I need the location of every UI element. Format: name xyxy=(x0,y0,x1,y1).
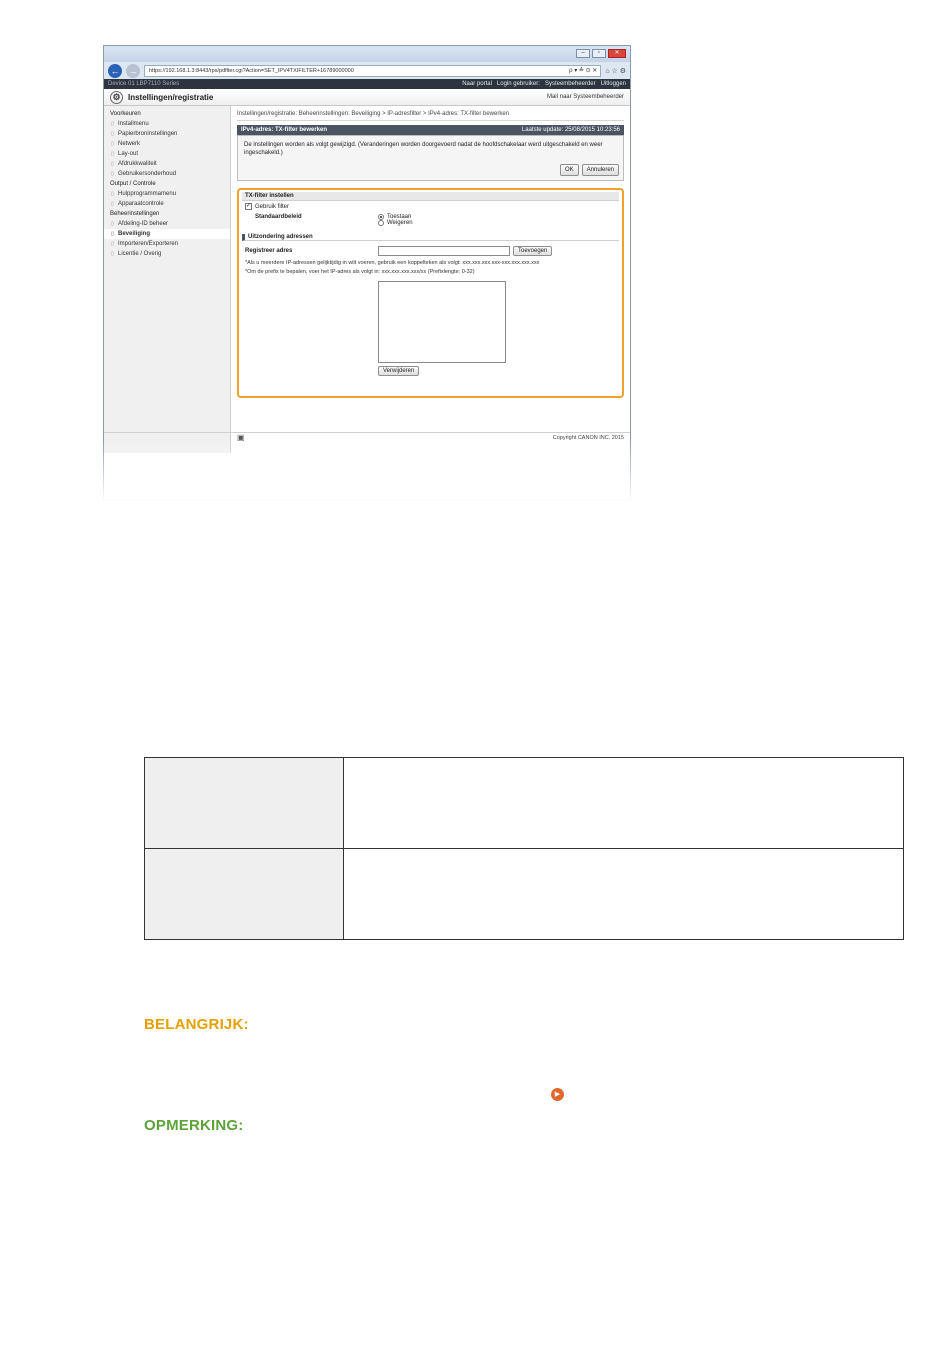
deny-label: Weigeren xyxy=(387,220,413,226)
back-arrow-icon[interactable]: ← xyxy=(108,63,122,78)
system-manager-label: Systeembeheerder xyxy=(544,81,596,87)
address-tools-icon[interactable]: ρ ▾ ≙ ⊙ ✕ xyxy=(569,66,600,76)
close-button[interactable]: ✕ xyxy=(608,49,626,58)
section-header: IPv4-adres: TX-filter bewerken Laatste u… xyxy=(237,125,624,135)
sidebar: Voorkeuren Installmenu Papierbroninstell… xyxy=(104,106,231,431)
url-text: https://192.168.1.3:8443/rps/pdflter.cgi… xyxy=(149,67,354,74)
sidebar-item-paper-source[interactable]: Papierbroninstellingen xyxy=(104,129,230,139)
message-box: De instellingen worden als volgt gewijzi… xyxy=(237,135,624,181)
sidebar-item-network[interactable]: Netwerk xyxy=(104,139,230,149)
note-heading: OPMERKING: xyxy=(144,1117,244,1134)
mail-admin-link[interactable]: Mail naar Systeembeheerder xyxy=(547,94,624,100)
tx-filter-section-title: TX-filter instellen xyxy=(242,192,619,201)
use-filter-label: Gebruik filter xyxy=(255,203,290,210)
highlighted-settings-frame: TX-filter instellen ✓ Gebruik filter Sta… xyxy=(237,188,624,398)
sidebar-item-department-id[interactable]: Afdeling-ID beheer xyxy=(104,219,230,229)
table-cell-label xyxy=(144,848,344,940)
sidebar-item-utility-menu[interactable]: Hulpprogrammamenu xyxy=(104,189,230,199)
window-titlebar: – ▫ ✕ xyxy=(104,46,630,62)
prefix-note: *Om de prefix te bepalen, voer het IP-ad… xyxy=(245,269,475,275)
remote-ui-topbar: Device 01 LBP7110 Series Naar portal Log… xyxy=(104,79,630,89)
gear-icon: ⚙ xyxy=(110,90,123,104)
screenshot-fade xyxy=(103,440,633,502)
sidebar-item-print-quality[interactable]: Afdrukkwaliteit xyxy=(104,159,230,169)
settings-table xyxy=(144,757,904,940)
forward-arrow-icon[interactable]: → xyxy=(126,63,140,78)
link-arrow-icon[interactable]: ▶ xyxy=(551,1088,564,1101)
device-name: Device 01 LBP7110 Series xyxy=(108,81,180,87)
default-policy-label: Standaardbeleid xyxy=(255,214,302,220)
sidebar-item-device-control[interactable]: Apparaatcontrole xyxy=(104,199,230,209)
table-cell-description xyxy=(343,757,904,849)
cancel-button[interactable]: Annuleren xyxy=(581,164,619,176)
maximize-button[interactable]: ▫ xyxy=(592,49,606,58)
sidebar-item-layout[interactable]: Lay-out xyxy=(104,149,230,159)
table-cell-label xyxy=(144,757,344,849)
browser-toolbar-icons[interactable]: ⌂ ☆ ⚙ xyxy=(605,67,626,75)
register-address-label: Registreer adres xyxy=(245,248,293,254)
range-note: *Als u meerdere IP-adressen gelijktijdig… xyxy=(245,260,540,266)
sidebar-group-preferences: Voorkeuren xyxy=(110,111,141,117)
table-cell-description xyxy=(343,848,904,940)
table-row xyxy=(144,848,904,940)
main-content: Instellingen/registratie: Beheerinstelli… xyxy=(231,106,630,431)
add-button[interactable]: Toevoegen xyxy=(513,246,553,256)
exception-address-list[interactable] xyxy=(378,281,506,363)
sidebar-item-import-export[interactable]: Importeren/Exporteren xyxy=(104,239,230,249)
important-heading: BELANGRIJK: xyxy=(144,1016,249,1033)
minimize-button[interactable]: – xyxy=(576,49,590,58)
browser-screenshot: – ▫ ✕ ← → https://192.168.1.3:8443/rps/p… xyxy=(103,45,631,500)
ok-button[interactable]: OK xyxy=(559,164,579,176)
to-portal-link[interactable]: Naar portal xyxy=(462,81,492,87)
address-bar[interactable]: https://192.168.1.3:8443/rps/pdflter.cgi… xyxy=(144,64,602,77)
remove-button[interactable]: Verwijderen xyxy=(378,366,420,376)
register-address-input[interactable] xyxy=(378,246,510,256)
last-update: Laatste update: 25/08/2015 10:23:56 xyxy=(521,127,620,133)
sidebar-group-output: Output / Controle xyxy=(110,181,156,187)
page-title: Instellingen/registratie xyxy=(128,92,214,102)
sidebar-item-user-maintenance[interactable]: Gebruikersonderhoud xyxy=(104,169,230,179)
login-user-label: Login gebruiker: xyxy=(496,81,540,87)
section-title: IPv4-adres: TX-filter bewerken xyxy=(241,127,328,133)
sidebar-group-management: Beheerinstellingen xyxy=(110,211,160,217)
sidebar-item-license[interactable]: Licentie / Overig xyxy=(104,249,230,259)
address-row: ← → https://192.168.1.3:8443/rps/pdflter… xyxy=(104,62,630,79)
breadcrumb: Instellingen/registratie: Beheerinstelli… xyxy=(237,110,624,121)
table-row xyxy=(144,757,904,849)
use-filter-checkbox[interactable]: ✓ xyxy=(245,203,252,210)
exception-section-title: Uitzondering adressen xyxy=(242,234,619,241)
app-header: ⚙ Instellingen/registratie Mail naar Sys… xyxy=(104,89,630,106)
sidebar-item-install-menu[interactable]: Installmenu xyxy=(104,119,230,129)
logout-link[interactable]: Uitloggen xyxy=(601,81,626,87)
deny-radio[interactable] xyxy=(378,220,384,226)
message-text: De instellingen worden als volgt gewijzi… xyxy=(244,142,603,156)
sidebar-item-security[interactable]: Beveiliging xyxy=(104,229,230,239)
